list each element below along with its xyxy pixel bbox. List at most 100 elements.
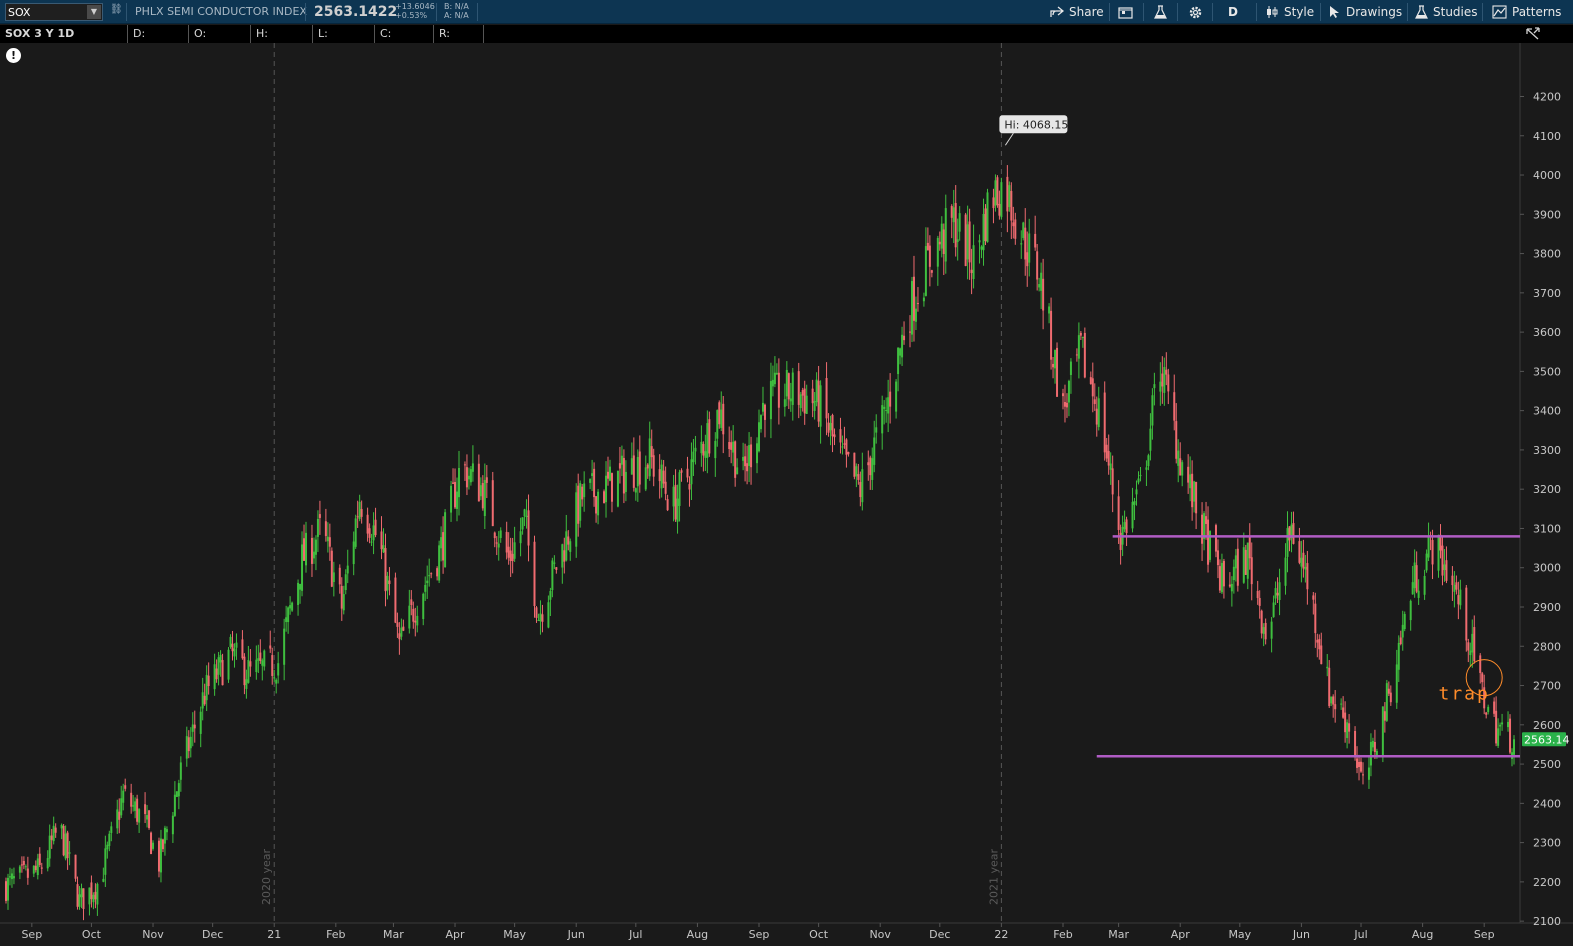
bar-date: D: 9/16/22: [128, 25, 189, 58]
candle-body: [1371, 740, 1374, 748]
collapse-icon[interactable]: [1524, 26, 1542, 42]
candle-body: [847, 451, 850, 455]
high-callout-label: Hi: 4068.15: [1004, 118, 1068, 131]
time-tick-label: 21: [267, 928, 281, 941]
candle-body: [819, 385, 822, 427]
candle-body: [1399, 637, 1402, 645]
candle-body: [630, 458, 633, 475]
candle-body: [1220, 562, 1223, 593]
candle-body: [150, 832, 153, 855]
candle-body: [708, 419, 711, 454]
candle-body: [618, 463, 621, 469]
settings-button[interactable]: [1188, 0, 1203, 24]
year-divider-label: 2020 year: [260, 848, 273, 905]
candle-body: [50, 835, 53, 840]
candle-body: [1453, 584, 1456, 592]
candle-body: [658, 469, 661, 482]
candle-body: [82, 888, 85, 909]
cursor-icon: [1330, 6, 1339, 18]
candle-body: [269, 645, 272, 649]
candle-body: [457, 467, 460, 498]
candle-body: [38, 853, 41, 866]
link-icon[interactable]: ⛓: [110, 4, 123, 20]
candle-body: [845, 439, 848, 455]
price-chart[interactable]: 2020 year 2021 year 2100 2200 2300 2400 2500 2…: [0, 43, 1573, 946]
bar-open: O: 2524.71: [189, 25, 251, 58]
candle-body: [344, 574, 347, 591]
symbol-input[interactable]: [8, 5, 86, 19]
chart-title: SOX 3 Y 1D [NASDAQ]: [0, 25, 128, 58]
candle-body: [231, 643, 234, 652]
calendar-button[interactable]: [1118, 0, 1133, 24]
candle-body: [10, 873, 13, 880]
candle-body: [144, 804, 147, 814]
candle-body: [1302, 552, 1305, 569]
candle-body: [829, 423, 832, 431]
candle-body: [467, 475, 470, 480]
time-tick-label: Jul: [628, 928, 642, 941]
candle-body: [1278, 582, 1281, 600]
price-tick-label: 3800: [1533, 248, 1561, 261]
candle-body: [861, 469, 864, 503]
candle-body: [48, 835, 51, 859]
flask-button[interactable]: [1154, 0, 1167, 24]
candle-body: [553, 562, 556, 564]
candle-body: [841, 446, 844, 448]
toolbar-divider: [1407, 3, 1408, 21]
chevron-down-icon[interactable]: ▼: [87, 5, 101, 19]
candle-body: [1292, 523, 1295, 544]
candle-body: [148, 810, 151, 829]
candle-body: [1481, 673, 1484, 683]
candle-body: [273, 677, 276, 679]
candle-body: [1342, 707, 1345, 718]
candle-body: [152, 842, 155, 849]
candle-body: [1256, 590, 1259, 599]
candle-body: [1107, 450, 1110, 466]
candle-body: [189, 736, 192, 749]
candle-body: [1493, 701, 1496, 714]
price-tick-label: 3200: [1533, 483, 1561, 496]
candle-body: [88, 887, 91, 905]
net-change-pct: +0.53%: [395, 11, 428, 20]
candle-body: [36, 858, 39, 876]
candle-body: [1135, 489, 1138, 495]
candle-body: [509, 550, 512, 561]
studies-button[interactable]: Studies: [1415, 0, 1478, 24]
share-button[interactable]: Share: [1050, 0, 1104, 24]
timeframe-button[interactable]: D: [1228, 0, 1238, 24]
candle-body: [1360, 761, 1363, 772]
time-tick-label: May: [503, 928, 526, 941]
price-tick-label: 3500: [1533, 365, 1561, 378]
time-tick-label: Feb: [326, 928, 345, 941]
toolbar-divider: [1212, 3, 1213, 21]
candle-body: [624, 471, 627, 492]
share-icon: [1050, 6, 1064, 17]
style-button[interactable]: Style: [1265, 0, 1314, 24]
candle-body: [1006, 176, 1009, 212]
candle-body: [76, 884, 79, 907]
candle-body: [857, 474, 860, 480]
candle-body: [803, 388, 806, 414]
bar-range: R: 60.55: [434, 25, 484, 58]
candle-body: [895, 381, 898, 412]
toolbar-divider: [126, 3, 127, 21]
drawings-button[interactable]: Drawings: [1329, 0, 1402, 24]
toolbar-divider: [1143, 3, 1144, 21]
candle-body: [521, 517, 524, 530]
candle-body: [219, 654, 222, 663]
patterns-button[interactable]: Patterns: [1492, 0, 1561, 24]
alert-icon[interactable]: !: [6, 48, 21, 63]
price-tick-label: 2100: [1533, 915, 1561, 928]
candle-body: [52, 825, 55, 842]
candle-body: [303, 538, 306, 561]
symbol-selector[interactable]: ▼: [5, 3, 103, 21]
candle-body: [1387, 688, 1390, 694]
candle-body: [1038, 284, 1041, 288]
price-tick-label: 2300: [1533, 837, 1561, 850]
time-tick-label: Mar: [1108, 928, 1129, 941]
candle-body: [1105, 444, 1108, 459]
candle-body: [1248, 535, 1251, 559]
candle-body: [589, 478, 592, 483]
price-tick-label: 3100: [1533, 522, 1561, 535]
candle-body: [859, 482, 862, 498]
